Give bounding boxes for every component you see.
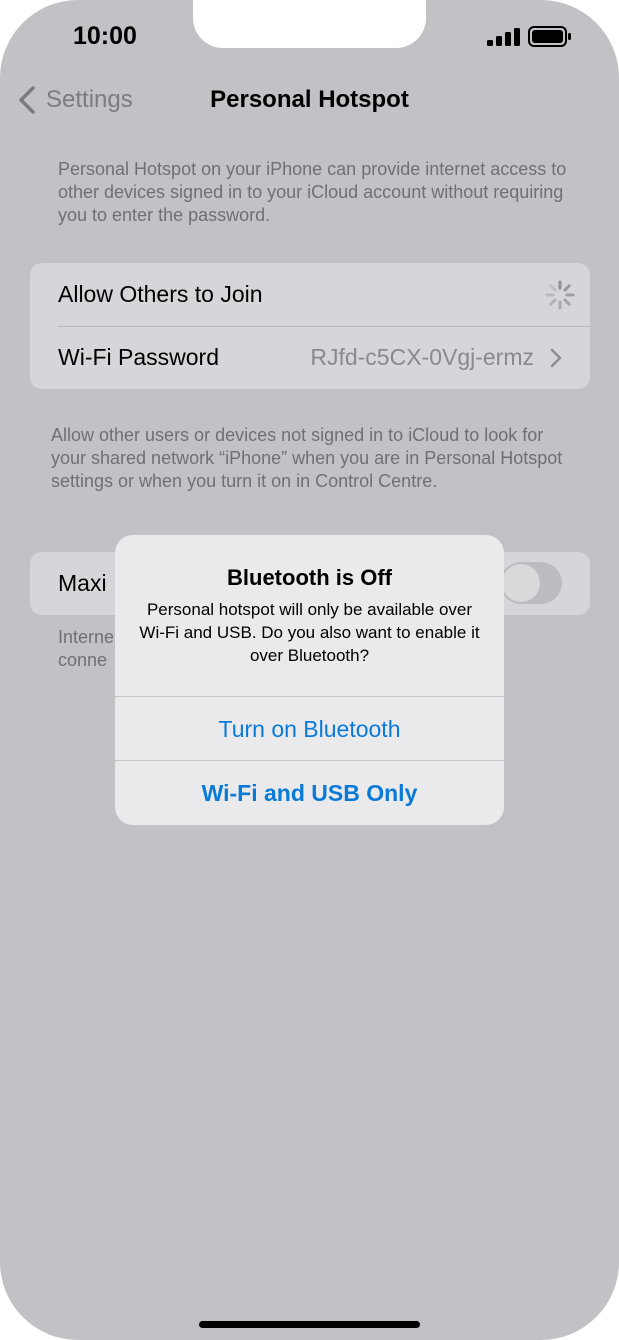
chevron-right-icon (550, 348, 562, 367)
wifi-password-row[interactable]: Wi-Fi Password RJfd-c5CX-0Vgj-ermz (30, 326, 590, 389)
hotspot-settings-group: Allow Others to Join Wi-Fi Password RJfd… (30, 263, 590, 389)
turn-on-bluetooth-button[interactable]: Turn on Bluetooth (115, 696, 504, 761)
compat-footnote-line-1: Interne (58, 627, 115, 647)
loading-spinner-icon (545, 280, 575, 310)
maximise-compatibility-toggle[interactable] (500, 562, 562, 604)
battery-icon (528, 26, 571, 47)
discover-footnote: Allow other users or devices not signed … (51, 425, 563, 491)
phone-screen: 10:00 Settings Personal Hotspot Personal… (0, 0, 619, 1340)
wifi-password-value: RJfd-c5CX-0Vgj-ermz (310, 344, 534, 370)
intro-footnote: Personal Hotspot on your iPhone can prov… (58, 159, 567, 225)
status-time: 10:00 (73, 22, 137, 50)
compat-footnote-line-2: conne (58, 650, 108, 670)
cellular-signal-icon (487, 28, 520, 46)
bluetooth-alert-dialog: Bluetooth is Off Personal hotspot will o… (115, 535, 504, 825)
alert-message: Personal hotspot will only be available … (139, 600, 480, 665)
home-indicator[interactable] (199, 1321, 420, 1328)
notch (193, 0, 426, 48)
toggle-knob (502, 564, 540, 602)
wifi-password-label: Wi-Fi Password (58, 344, 220, 370)
alert-title: Bluetooth is Off (227, 565, 392, 590)
wifi-usb-only-button[interactable]: Wi-Fi and USB Only (115, 760, 504, 825)
allow-others-label: Allow Others to Join (58, 281, 263, 307)
maximise-compatibility-label: Maxi (58, 570, 107, 596)
allow-others-row[interactable]: Allow Others to Join (30, 263, 590, 326)
page-title: Personal Hotspot (210, 86, 409, 113)
